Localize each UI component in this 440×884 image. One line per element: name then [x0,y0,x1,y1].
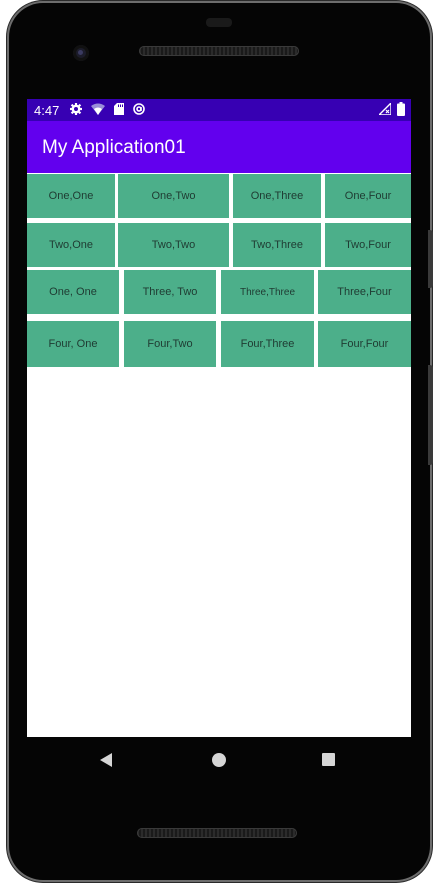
recents-icon[interactable] [322,753,335,766]
cell-two-four[interactable]: Two,Four [325,223,411,267]
status-time: 4:47 [34,103,60,118]
app-bar: My Application01 [27,121,411,173]
back-icon[interactable] [100,753,112,767]
gear-icon [70,103,82,118]
cell-one-one[interactable]: One,One [27,174,115,218]
wifi-icon [91,103,105,118]
cell-one-four[interactable]: One,Four [325,174,411,218]
cell-four-three[interactable]: Four,Three [221,321,314,367]
cell-three-four[interactable]: Three,Four [318,270,411,314]
cell-two-two[interactable]: Two,Two [118,223,229,267]
signal-icon [377,101,392,118]
cell-four-one[interactable]: Four, One [27,321,119,367]
top-slot [206,18,232,27]
cell-three-one[interactable]: One, One [27,270,119,314]
power-button [428,230,433,288]
home-icon[interactable] [212,753,226,767]
earpiece-speaker [139,46,299,56]
device-screen: 4:47 My Application01 One,One One,Two On… [27,99,411,737]
status-icons-right [377,101,405,119]
status-bar: 4:47 [27,99,411,121]
cell-three-three[interactable]: Three,Three [221,270,314,314]
app-title: My Application01 [42,137,186,158]
at-sign-icon [133,103,145,118]
cell-one-two[interactable]: One,Two [118,174,229,218]
bottom-speaker [137,828,297,838]
volume-button [428,365,433,465]
cell-three-two[interactable]: Three, Two [124,270,216,314]
status-icons-left [70,103,145,118]
navigation-bar [27,737,411,785]
cell-one-three[interactable]: One,Three [233,174,321,218]
sd-card-icon [114,103,124,118]
cell-four-two[interactable]: Four,Two [124,321,216,367]
cell-two-three[interactable]: Two,Three [233,223,321,267]
cell-four-four[interactable]: Four,Four [318,321,411,367]
battery-icon [397,102,405,119]
front-camera [73,45,89,61]
cell-two-one[interactable]: Two,One [27,223,115,267]
